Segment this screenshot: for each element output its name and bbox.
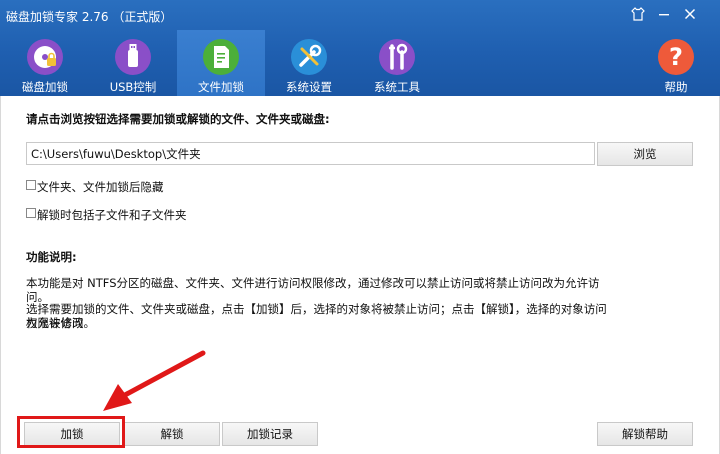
file-lock-icon xyxy=(202,38,240,76)
tab-label: USB控制 xyxy=(109,80,157,94)
description-text: 为允许访问。 xyxy=(26,316,95,330)
hide-after-lock-checkbox[interactable]: 文件夹、文件加锁后隐藏 xyxy=(26,179,326,194)
section-title: 功能说明: xyxy=(26,250,77,264)
svg-text:?: ? xyxy=(669,43,683,71)
close-icon[interactable] xyxy=(679,6,701,24)
tab-label: 文件加锁 xyxy=(198,80,244,94)
help-icon: ? xyxy=(657,38,695,76)
highlight-box xyxy=(17,416,125,448)
usb-icon xyxy=(114,38,152,76)
tab-system-tools[interactable]: 系统工具 xyxy=(353,30,441,96)
tab-label: 系统工具 xyxy=(374,80,420,94)
instruction-text: 请点击浏览按钮选择需要加锁或解锁的文件、文件夹或磁盘: xyxy=(26,112,330,126)
tools-icon xyxy=(378,38,416,76)
minimize-icon[interactable] xyxy=(653,6,675,24)
title-bar: 磁盘加锁专家 2.76 （正式版） 磁盘加锁 USB控制 文件加锁 系统设置 系… xyxy=(0,0,720,96)
checkbox-box[interactable] xyxy=(26,180,36,190)
tab-label: 系统设置 xyxy=(286,80,332,94)
checkbox-box[interactable] xyxy=(26,208,36,218)
tab-usb-control[interactable]: USB控制 xyxy=(89,30,177,96)
tab-file-lock[interactable]: 文件加锁 xyxy=(177,30,265,96)
disk-lock-icon xyxy=(26,38,64,76)
tab-label: 磁盘加锁 xyxy=(22,80,68,94)
unlock-help-button[interactable]: 解锁帮助 xyxy=(597,422,693,446)
browse-button[interactable]: 浏览 xyxy=(597,142,693,166)
shirt-icon[interactable] xyxy=(627,6,649,24)
settings-tools-icon xyxy=(290,38,328,76)
window-title: 磁盘加锁专家 2.76 （正式版） xyxy=(6,10,173,24)
checkbox-label: 解锁时包括子文件和子文件夹 xyxy=(37,208,187,222)
checkbox-label: 文件夹、文件加锁后隐藏 xyxy=(37,180,164,194)
include-subitems-checkbox[interactable]: 解锁时包括子文件和子文件夹 xyxy=(26,207,326,222)
path-input[interactable]: C:\Users\fuwu\Desktop\文件夹 xyxy=(26,142,595,165)
unlock-button[interactable]: 解锁 xyxy=(124,422,220,446)
tab-system-settings[interactable]: 系统设置 xyxy=(265,30,353,96)
tab-label: 帮助 xyxy=(664,80,688,94)
description-text: 本功能是对 NTFS分区的磁盘、文件夹、文件进行访问权限修改，通过修改可以禁止访… xyxy=(26,276,600,304)
lock-log-button[interactable]: 加锁记录 xyxy=(222,422,318,446)
tab-disk-lock[interactable]: 磁盘加锁 xyxy=(1,30,89,96)
tab-help[interactable]: ? 帮助 xyxy=(632,30,720,96)
